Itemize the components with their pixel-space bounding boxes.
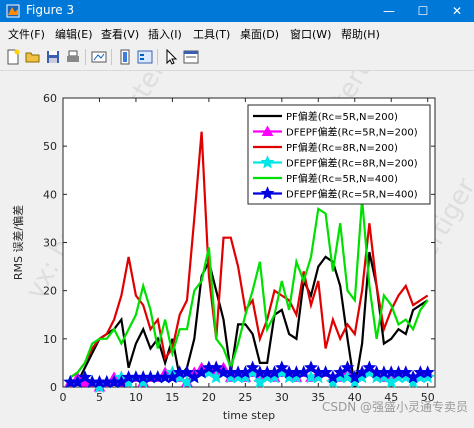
open-property-inspector-icon[interactable]: [182, 48, 200, 66]
legend-label: DFEPF偏差(Rc=5R,N=200): [286, 126, 418, 139]
menu-help[interactable]: 帮助(H): [341, 26, 380, 42]
maximize-button[interactable]: ☐: [406, 0, 440, 22]
x-tick-label: 15: [165, 391, 179, 404]
x-tick-label: 10: [129, 391, 143, 404]
y-tick-label: 10: [43, 333, 57, 346]
figure-canvas: vx: hustertigervx: hustertigervx: huster…: [0, 3, 474, 424]
print-icon[interactable]: [64, 48, 82, 66]
y-tick-label: 30: [43, 237, 57, 250]
menu-tools[interactable]: 工具(T): [193, 26, 230, 42]
legend-label: PF偏差(Rc=5R,N=200): [286, 110, 398, 123]
menu-window[interactable]: 窗口(W): [290, 26, 331, 42]
y-tick-label: 20: [43, 285, 57, 298]
x-axis-label: time step: [223, 409, 275, 422]
x-tick-label: 30: [275, 391, 289, 404]
menu-view[interactable]: 查看(V): [101, 26, 139, 42]
menu-edit[interactable]: 编辑(E): [55, 26, 93, 42]
plot-svg: vx: hustertigervx: hustertigervx: huster…: [11, 3, 474, 422]
y-axis-label: RMS 误差/偏差: [11, 205, 25, 280]
toolbar-separator: [111, 49, 112, 65]
new-figure-icon[interactable]: [4, 48, 22, 66]
edit-plot-arrow-icon[interactable]: [162, 48, 180, 66]
close-button[interactable]: ✕: [440, 0, 474, 22]
x-tick-label: 25: [238, 391, 252, 404]
menu-insert[interactable]: 插入(I): [148, 26, 182, 42]
toolbar-separator: [85, 49, 86, 65]
menu-desktop[interactable]: 桌面(D): [240, 26, 279, 42]
toolbar: [0, 44, 474, 71]
x-tick-label: 20: [202, 391, 216, 404]
link-plot-icon[interactable]: [90, 48, 108, 66]
matlab-logo-icon: [6, 4, 20, 18]
insert-colorbar-icon[interactable]: [116, 48, 134, 66]
y-tick-label: 40: [43, 188, 57, 201]
save-icon[interactable]: [44, 48, 62, 66]
legend: PF偏差(Rc=5R,N=200) DFEPF偏差(Rc=5R,N=200) PF偏…: [247, 104, 431, 205]
menu-bar: 文件(F) 编辑(E) 查看(V) 插入(I) 工具(T) 桌面(D) 窗口(W…: [0, 22, 474, 44]
y-tick-label: 0: [50, 381, 57, 394]
csdn-watermark: CSDN @强盛小灵通专卖员: [322, 399, 468, 414]
open-file-icon[interactable]: [24, 48, 42, 66]
toolbar-separator: [157, 49, 158, 65]
x-tick-label: 5: [96, 391, 103, 404]
insert-legend-icon[interactable]: [136, 48, 154, 66]
y-tick-label: 60: [43, 92, 57, 105]
x-tick-label: 0: [60, 391, 67, 404]
y-tick-label: 50: [43, 140, 57, 153]
title-bar: Figure 3 — ☐ ✕: [0, 0, 474, 22]
legend-label: PF偏差(Rc=5R,N=400): [286, 172, 398, 185]
legend-label: DFEPF偏差(Rc=5R,N=400): [286, 188, 418, 201]
legend-label: PF偏差(Rc=8R,N=200): [286, 141, 398, 154]
window-title: Figure 3: [26, 3, 75, 17]
legend-label: DFEPF偏差(Rc=8R,N=200): [286, 157, 418, 170]
minimize-button[interactable]: —: [372, 0, 406, 22]
menu-file[interactable]: 文件(F): [8, 26, 45, 42]
